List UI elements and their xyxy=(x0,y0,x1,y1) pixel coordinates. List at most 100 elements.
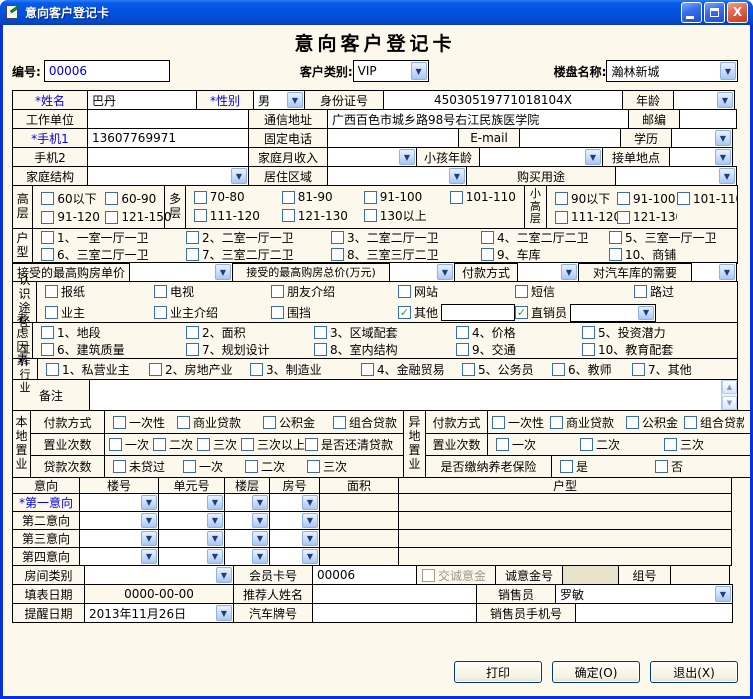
checkbox-option[interactable]: 8、三室三厅二卫 xyxy=(331,248,481,262)
group-no-value[interactable] xyxy=(670,565,730,585)
checkbox[interactable] xyxy=(331,231,344,244)
dropdown-arrow-icon[interactable]: ▼ xyxy=(302,549,318,564)
checkbox-option[interactable]: 组合贷款 xyxy=(333,414,403,431)
checkbox-option[interactable]: 一次 xyxy=(109,436,153,453)
dropdown-arrow-icon[interactable]: ▼ xyxy=(216,605,232,621)
dropdown-arrow-icon[interactable]: ▼ xyxy=(719,168,735,184)
checkbox-option[interactable]: 短信 xyxy=(515,283,634,300)
checkbox[interactable] xyxy=(492,416,505,429)
mobile1-input[interactable]: 13607769971 xyxy=(87,128,249,148)
checkbox-option[interactable]: 1、私营业主 xyxy=(46,361,149,377)
checkbox-option[interactable]: 10、教育配套 xyxy=(582,342,737,356)
addr-input[interactable]: 广西百色市城乡路98号右江民族医学院 xyxy=(327,109,629,129)
checkbox[interactable] xyxy=(655,460,668,473)
checkbox[interactable] xyxy=(626,416,639,429)
intent-dropdown[interactable]: ▼ xyxy=(79,529,159,548)
dropdown-arrow-icon[interactable]: ▼ xyxy=(585,149,601,165)
checkbox[interactable] xyxy=(41,326,54,339)
checkbox-option[interactable]: 121-150 xyxy=(105,210,171,224)
checkbox[interactable] xyxy=(333,416,346,429)
checkbox-option[interactable]: 8、室内结构 xyxy=(314,342,456,356)
intent-cell[interactable] xyxy=(398,493,732,512)
checkbox[interactable] xyxy=(456,326,469,339)
checkbox-option[interactable]: 6、教师 xyxy=(552,361,632,377)
agent-checkbox[interactable]: ✓ xyxy=(515,306,528,319)
checkbox[interactable] xyxy=(41,211,54,224)
title-bar[interactable]: 意向客户登记卡 X xyxy=(0,0,753,25)
intent-dropdown[interactable]: ▼ xyxy=(79,493,159,512)
checkbox[interactable] xyxy=(555,211,568,224)
checkbox[interactable] xyxy=(45,285,58,298)
intent-dropdown[interactable]: ▼ xyxy=(224,529,270,548)
checkbox-option[interactable]: 9、车库 xyxy=(481,248,609,262)
dropdown-arrow-icon[interactable]: ▼ xyxy=(302,513,318,528)
estate-dropdown[interactable]: 瀚林新城▼ xyxy=(606,60,738,82)
dropdown-arrow-icon[interactable]: ▼ xyxy=(437,264,453,280)
max-unit-price-dropdown[interactable]: ▼ xyxy=(129,262,233,282)
region-dropdown[interactable]: ▼ xyxy=(327,166,467,186)
dropdown-arrow-icon[interactable]: ▼ xyxy=(141,495,157,510)
intent-cell[interactable] xyxy=(398,511,732,530)
checkbox-option[interactable]: 二次 xyxy=(580,436,664,453)
other-checkbox[interactable]: ✓ xyxy=(398,306,411,319)
checkbox-option[interactable]: 5、投资潜力 xyxy=(582,325,737,339)
checkbox-option[interactable]: 111-120 xyxy=(555,210,617,224)
checkbox-option[interactable]: 三次 xyxy=(197,436,241,453)
checkbox[interactable] xyxy=(361,363,374,376)
checkbox[interactable] xyxy=(271,306,284,319)
checkbox[interactable] xyxy=(186,231,199,244)
referrer-input[interactable] xyxy=(312,584,477,604)
checkbox-option[interactable]: 三次 xyxy=(307,458,369,475)
checkbox[interactable] xyxy=(194,209,207,222)
checkbox-option[interactable]: 5、公务员 xyxy=(462,361,552,377)
checkbox-option[interactable]: 3、制造业 xyxy=(250,361,361,377)
checkbox-option[interactable]: 10、商铺 xyxy=(609,248,737,262)
checkbox-option[interactable]: 121-130 xyxy=(617,210,677,224)
dropdown-arrow-icon[interactable]: ▼ xyxy=(252,513,268,528)
checkbox[interactable] xyxy=(617,192,630,205)
checkbox[interactable] xyxy=(186,248,199,261)
checkbox-option[interactable]: 朋友介绍 xyxy=(271,283,398,300)
remind-date-picker[interactable]: 2013年11月26日▼ xyxy=(84,603,234,623)
checkbox-option[interactable]: 2、二室一厅一卫 xyxy=(186,231,331,245)
checkbox[interactable] xyxy=(364,209,377,222)
checkbox-option[interactable]: 否 xyxy=(655,458,750,475)
checkbox-option[interactable]: 商业贷款 xyxy=(177,414,263,431)
checkbox[interactable] xyxy=(314,343,327,356)
dropdown-arrow-icon[interactable]: ▼ xyxy=(717,92,733,108)
income-dropdown[interactable]: ▼ xyxy=(327,147,417,167)
dropdown-arrow-icon[interactable]: ▼ xyxy=(715,130,731,146)
checkbox[interactable] xyxy=(263,416,276,429)
dropdown-arrow-icon[interactable]: ▼ xyxy=(207,495,223,510)
checkbox[interactable] xyxy=(41,231,54,244)
checkbox[interactable] xyxy=(113,460,126,473)
checkbox-option[interactable]: 一次性 xyxy=(492,414,550,431)
checkbox[interactable] xyxy=(282,209,295,222)
checkbox[interactable] xyxy=(105,192,118,205)
print-button[interactable]: 打印 xyxy=(454,661,542,683)
checkbox-option[interactable]: 二次 xyxy=(153,436,197,453)
intent-dropdown[interactable]: ▼ xyxy=(224,511,270,530)
intent-dropdown[interactable]: ▼ xyxy=(158,547,225,566)
checkbox-option[interactable]: 是否还清贷款 xyxy=(305,436,399,453)
dropdown-arrow-icon[interactable]: ▼ xyxy=(231,168,247,184)
scroll-down-icon[interactable]: ▼ xyxy=(722,396,737,410)
checkbox-option[interactable]: 7、三室二厅二卫 xyxy=(186,248,331,262)
checkbox[interactable] xyxy=(331,248,344,261)
intent-dropdown[interactable]: ▼ xyxy=(158,493,225,512)
dropdown-arrow-icon[interactable]: ▼ xyxy=(411,62,427,80)
intent-cell[interactable] xyxy=(398,547,732,566)
checkbox-option[interactable]: 4、价格 xyxy=(456,325,582,339)
checkbox[interactable] xyxy=(154,306,167,319)
seller-phone-input[interactable] xyxy=(575,603,733,623)
payment-method-dropdown[interactable]: ▼ xyxy=(517,262,579,282)
checkbox-option[interactable]: 组合贷款 xyxy=(684,414,744,431)
checkbox[interactable] xyxy=(481,248,494,261)
intent-dropdown[interactable]: ▼ xyxy=(269,547,320,566)
checkbox[interactable] xyxy=(41,248,54,261)
child-age-dropdown[interactable]: ▼ xyxy=(479,147,603,167)
checkbox[interactable] xyxy=(481,231,494,244)
checkbox-option[interactable]: 业主 xyxy=(45,304,154,322)
intent-dropdown[interactable]: ▼ xyxy=(79,547,159,566)
dropdown-arrow-icon[interactable]: ▼ xyxy=(141,513,157,528)
